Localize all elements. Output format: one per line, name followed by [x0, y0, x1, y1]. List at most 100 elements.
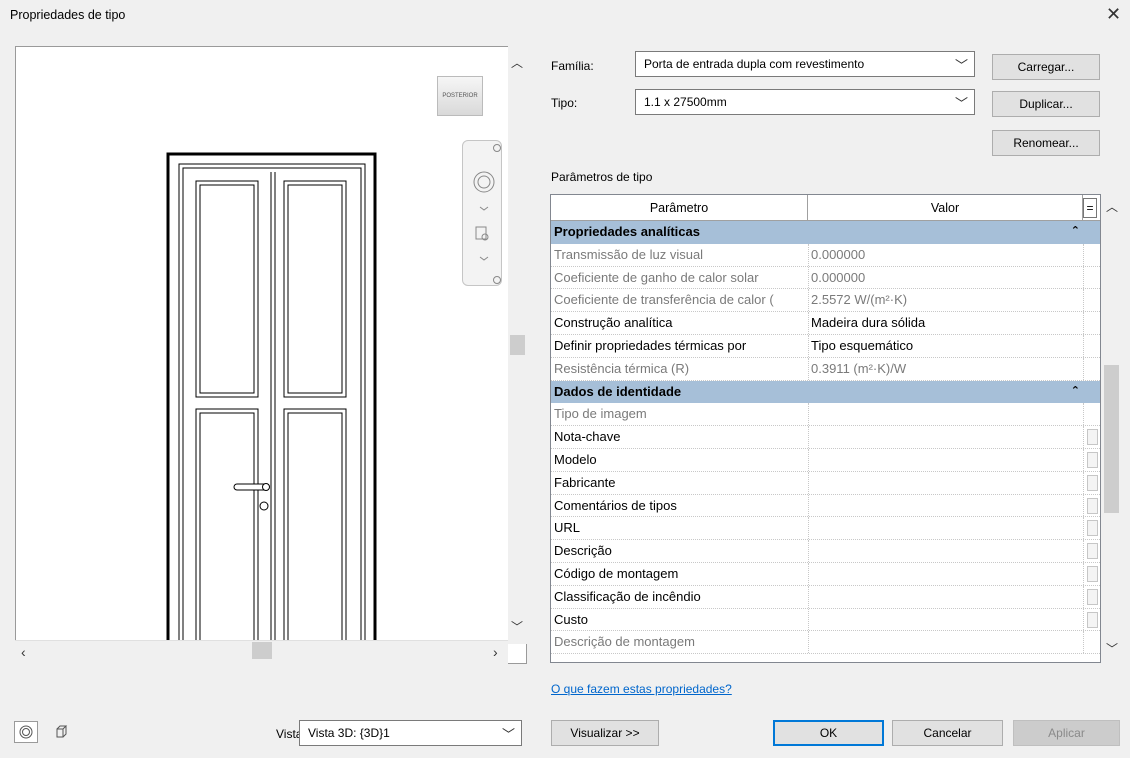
parameter-row[interactable]: Custo — [551, 608, 1100, 632]
parameter-row[interactable]: Coeficiente de ganho de calor solar 0.000… — [551, 266, 1100, 290]
parameter-value[interactable] — [808, 494, 1083, 517]
chevron-down-icon: ﹀ — [954, 58, 968, 73]
formula-button[interactable] — [1087, 611, 1098, 628]
chevron-down-icon[interactable]: ﹀ — [511, 618, 523, 635]
ok-button[interactable]: OK — [773, 720, 884, 746]
column-header-value[interactable]: Valor — [808, 195, 1083, 221]
parameter-value[interactable]: Madeira dura sólida — [808, 312, 1083, 334]
parameter-row[interactable]: Resistência térmica (R) 0.3911 (m²·K)/W — [551, 357, 1100, 381]
chevron-right-icon[interactable]: › — [493, 644, 498, 660]
formula-cell — [1083, 562, 1100, 585]
parameter-value[interactable] — [808, 608, 1083, 631]
type-select[interactable]: 1.1 x 27500mm ﹀ — [635, 89, 975, 115]
parameter-row[interactable]: Modelo — [551, 448, 1100, 472]
parameter-name: Definir propriedades térmicas por — [554, 337, 747, 353]
type-parameters-label: Parâmetros de tipo — [551, 170, 653, 184]
formula-cell — [1083, 540, 1100, 562]
parameter-value — [808, 403, 1083, 426]
steering-wheel-icon[interactable] — [471, 169, 497, 195]
apply-button[interactable]: Aplicar — [1013, 720, 1120, 746]
formula-cell — [1083, 631, 1100, 654]
parameter-name: Construção analítica — [554, 315, 673, 331]
parameter-row[interactable]: Código de montagem — [551, 562, 1100, 586]
load-button[interactable]: Carregar... — [992, 54, 1100, 80]
collapse-icon[interactable]: ⌃ — [1071, 224, 1080, 237]
formula-cell — [1083, 312, 1100, 334]
preview-horizontal-scroll-thumb[interactable] — [252, 642, 272, 659]
viewcube[interactable]: POSTERIOR — [437, 76, 483, 116]
chevron-down-icon[interactable]: ﹀ — [1106, 640, 1118, 657]
view-cube-toggle-icon[interactable] — [50, 721, 74, 743]
type-select-value: 1.1 x 27500mm — [644, 95, 727, 109]
formula-cell — [1083, 334, 1100, 357]
parameter-value[interactable] — [808, 540, 1083, 562]
group-row[interactable]: Propriedades analíticas ⌃ — [551, 221, 1100, 244]
cancel-button[interactable]: Cancelar — [892, 720, 1003, 746]
chevron-up-icon[interactable]: ︿ — [511, 54, 523, 71]
parameter-row[interactable]: Coeficiente de transferência de calor (2… — [551, 289, 1100, 313]
grid-vertical-scroll-thumb[interactable] — [1104, 365, 1119, 513]
formula-cell — [1083, 585, 1100, 608]
formula-button[interactable] — [1087, 565, 1098, 582]
parameter-row[interactable]: Descrição — [551, 540, 1100, 563]
formula-button[interactable] — [1087, 429, 1098, 446]
steering-wheel-toggle-icon[interactable] — [14, 721, 38, 743]
duplicate-button[interactable]: Duplicar... — [992, 91, 1100, 117]
help-link[interactable]: O que fazem estas propriedades? — [551, 682, 732, 696]
parameter-row[interactable]: Descrição de montagem — [551, 631, 1100, 655]
parameter-row[interactable]: URL — [551, 517, 1100, 541]
parameter-name: Custo — [554, 611, 588, 627]
preview-button[interactable]: Visualizar >> — [551, 720, 659, 746]
dialog-title: Propriedades de tipo — [10, 8, 126, 22]
group-row[interactable]: Dados de identidade ⌃ — [551, 380, 1100, 404]
family-select[interactable]: Porta de entrada dupla com revestimento … — [635, 51, 975, 77]
chevron-up-icon[interactable]: ︿ — [1106, 198, 1118, 215]
parameter-value: 0.000000 — [808, 243, 1083, 266]
formula-button[interactable] — [1087, 588, 1098, 605]
formula-button[interactable] — [1087, 520, 1098, 537]
collapse-icon[interactable]: ⌃ — [1071, 384, 1080, 397]
parameter-value[interactable] — [808, 585, 1083, 608]
parameter-value[interactable]: Tipo esquemático — [808, 334, 1083, 357]
parameter-row[interactable]: Fabricante — [551, 471, 1100, 495]
formula-cell — [1083, 517, 1100, 540]
parameter-value — [808, 631, 1083, 654]
parameter-row[interactable]: Tipo de imagem — [551, 403, 1100, 427]
formula-cell — [1083, 357, 1100, 380]
column-header-formula[interactable]: = — [1083, 198, 1097, 218]
close-icon[interactable]: ✕ — [1106, 4, 1121, 25]
formula-button[interactable] — [1087, 474, 1098, 491]
parameter-row[interactable]: Transmissão de luz visual 0.000000 — [551, 243, 1100, 267]
parameter-name: URL — [554, 520, 581, 536]
viewcube-label: POSTERIOR — [442, 93, 478, 99]
parameter-row[interactable]: Definir propriedades térmicas por Tipo es… — [551, 334, 1100, 358]
parameter-row[interactable]: Classificação de incêndio — [551, 585, 1100, 609]
type-label: Tipo: — [551, 96, 578, 110]
parameter-value: 2.5572 W/(m²·K) — [808, 289, 1083, 312]
view-select[interactable]: Vista 3D: {3D}1 ﹀ — [299, 720, 522, 746]
chevron-left-icon[interactable]: ‹ — [21, 644, 26, 660]
parameter-value[interactable] — [808, 426, 1083, 448]
rename-button[interactable]: Renomear... — [992, 130, 1100, 156]
zoom-region-icon[interactable] — [471, 223, 497, 245]
preview-vertical-scroll-thumb[interactable] — [510, 335, 525, 355]
parameter-row[interactable]: Comentários de tipos — [551, 494, 1100, 518]
parameter-value[interactable] — [808, 471, 1083, 494]
formula-cell — [1083, 289, 1100, 312]
parameter-row[interactable]: Construção analítica Madeira dura sólida — [551, 312, 1100, 335]
door-preview-viewport[interactable] — [15, 46, 527, 664]
formula-button[interactable] — [1087, 451, 1098, 468]
parameter-name: Transmissão de luz visual — [554, 246, 704, 262]
group-label: Propriedades analíticas — [554, 224, 700, 239]
formula-cell — [1083, 608, 1100, 631]
parameter-value[interactable] — [808, 562, 1083, 585]
formula-button[interactable] — [1087, 543, 1098, 560]
parameter-row[interactable]: Nota-chave — [551, 426, 1100, 449]
column-header-parameter[interactable]: Parâmetro — [551, 195, 808, 221]
parameter-value[interactable] — [808, 517, 1083, 540]
parameter-value[interactable] — [808, 448, 1083, 471]
parameter-name: Classificação de incêndio — [554, 588, 701, 604]
parameter-name: Descrição de montagem — [554, 634, 695, 650]
parameter-name: Descrição — [554, 543, 612, 559]
formula-button[interactable] — [1087, 497, 1098, 514]
